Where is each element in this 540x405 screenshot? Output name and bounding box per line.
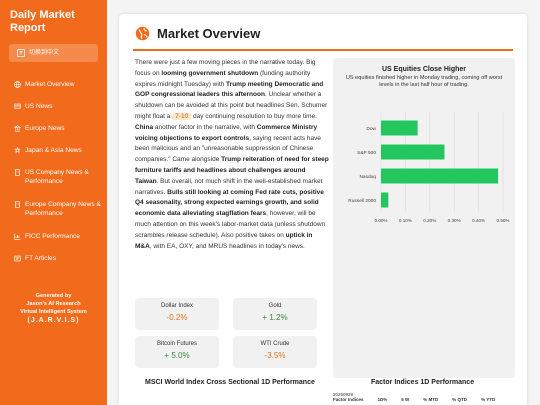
newspaper-icon <box>14 255 21 262</box>
metric-label: Dollar Index <box>160 303 193 309</box>
sidebar-item-japan-asia-news[interactable]: Japan & Asia News <box>0 146 107 155</box>
language-toggle-label: 切换到中文 <box>29 50 60 56</box>
footer-line-1: Generated by <box>35 293 72 299</box>
x-tick-label: 0.50% <box>496 218 509 223</box>
y-category-label: Russell 2000 <box>348 198 376 204</box>
pagoda-icon <box>14 147 21 154</box>
factor-table-column-header: % MTD <box>423 397 439 402</box>
metric-label: Gold <box>268 303 282 309</box>
sidebar-item-label: Market Overview <box>25 81 75 88</box>
footer-line-3: Virtual Intelligent System <box>20 309 87 315</box>
metric-card-wti-crude: WTI Crude -3.5% <box>233 336 317 368</box>
x-tick-label: 0.00% <box>374 218 387 223</box>
y-category-label: Nasdaq <box>359 174 376 180</box>
globe-icon <box>135 26 150 41</box>
bar-russell-2000 <box>381 192 389 208</box>
factor-table-column-header: % YTD <box>481 397 496 402</box>
generated-by-note: Generated by Jason's AI Research Virtual… <box>6 292 101 325</box>
us-equities-bar-chart: 0.00% 0.10% 0.20% 0.30% 0.40% 0.50% Dow S&P 500… <box>348 112 510 223</box>
flag-icon <box>14 103 21 109</box>
article-text: another factor in the narrative, with <box>153 123 257 131</box>
highlight-badge: 7-10 <box>172 112 192 120</box>
building-icon <box>15 169 20 176</box>
globe-icon <box>14 81 21 88</box>
chart-subtitle: US equities finished higher in Monday tr… <box>345 75 503 88</box>
section-header: Market Overview <box>135 26 260 41</box>
factor-table-column-header: 1D% <box>377 397 388 402</box>
bar-s-p-500 <box>381 144 445 160</box>
sidebar-item-ft-articles[interactable]: FT Articles <box>0 254 107 263</box>
metric-card-bitcoin-futures: Bitcoin Futures + 5.0% <box>135 336 219 368</box>
x-tick-label: 0.40% <box>472 218 485 223</box>
sidebar: Daily Market Report 切换到中文 Market Overvie… <box>0 0 107 405</box>
factor-table-column-header: 5 W <box>401 397 410 402</box>
chart-icon <box>14 233 21 240</box>
factor-table-header: 20250929 Factor Indices 1D% 5 W% MTD% QTD%… <box>333 392 495 404</box>
metric-card-dollar-index: Dollar Index -0.2% <box>135 298 219 330</box>
metric-card-gold: Gold + 1.2% <box>233 298 317 330</box>
sidebar-item-europe-news[interactable]: Europe News <box>0 124 107 133</box>
factor-section-title: Factor Indices 1D Performance <box>371 379 475 386</box>
article-emphasis: China <box>135 123 154 131</box>
sidebar-item-label: FICC Performance <box>25 233 80 240</box>
factor-table-column-header: Factor Indices <box>333 397 364 402</box>
article-text: day continuing resolution to buy more ti… <box>191 112 317 120</box>
x-tick-label: 0.30% <box>448 218 461 223</box>
msci-section-title: MSCI World Index Cross Sectional 1D Perf… <box>145 379 315 386</box>
chart-title: US Equities Close Higher <box>381 66 467 73</box>
article-text: , with EA, OXY, and MRUS headlines in to… <box>149 242 305 250</box>
us-equities-chart-panel: US Equities Close Higher US equities fin… <box>333 58 515 378</box>
footer-jarvis: (J.A.R.V.I.S) <box>27 317 80 324</box>
building-icon <box>15 201 20 208</box>
metrics-grid: Dollar Index -0.2% Gold + 1.2% Bitcoin F… <box>135 298 319 382</box>
title-underline <box>133 49 513 51</box>
factor-table-columns: Factor Indices 1D% 5 W % MTD % QTD % YTD <box>333 397 495 402</box>
language-toggle-button[interactable]: 切换到中文 <box>9 44 98 62</box>
sidebar-item-us-company-news[interactable]: US Company News & Performance <box>0 168 107 186</box>
sidebar-item-label: Europe Company News & Performance <box>25 201 101 217</box>
sidebar-item-label: US Company News & Performance <box>25 169 89 185</box>
sidebar-item-label: US News <box>25 103 53 110</box>
sidebar-item-us-news[interactable]: US News <box>0 102 107 111</box>
metric-value: + 5.0% <box>164 351 190 360</box>
sidebar-item-label: Japan & Asia News <box>25 147 82 154</box>
y-category-label: S&P 500 <box>357 150 376 156</box>
article-emphasis: looming government shutdown <box>161 69 259 77</box>
x-tick-label: 0.10% <box>399 218 412 223</box>
bar-dow <box>381 120 418 136</box>
market-narrative-text: There were just a few moving pieces in t… <box>135 58 329 252</box>
bank-icon <box>14 125 21 132</box>
metric-label: Bitcoin Futures <box>156 341 198 347</box>
page-title: Market Overview <box>157 26 261 41</box>
metric-value: -0.2% <box>166 313 188 322</box>
metric-value: -3.5% <box>264 351 286 360</box>
translate-icon <box>17 49 25 57</box>
sidebar-item-europe-company-news[interactable]: Europe Company News & Performance <box>0 200 107 218</box>
sidebar-item-label: FT Articles <box>25 255 57 262</box>
factor-table-column-header: % QTD <box>452 397 468 402</box>
y-category-label: Dow <box>366 126 376 132</box>
sidebar-item-ficc-performance[interactable]: FICC Performance <box>0 232 107 241</box>
market-overview-card: Market Overview There were just a few mo… <box>119 14 527 405</box>
bar-nasdaq <box>381 168 499 184</box>
metric-label: WTI Crude <box>260 341 290 347</box>
app-title: Daily Market Report <box>10 9 75 34</box>
x-tick-label: 0.20% <box>423 218 436 223</box>
sidebar-item-market-overview[interactable]: Market Overview <box>0 80 107 89</box>
sidebar-item-label: Europe News <box>25 125 65 132</box>
metric-value: + 1.2% <box>262 313 288 322</box>
footer-line-2: Jason's AI Research <box>26 301 81 307</box>
